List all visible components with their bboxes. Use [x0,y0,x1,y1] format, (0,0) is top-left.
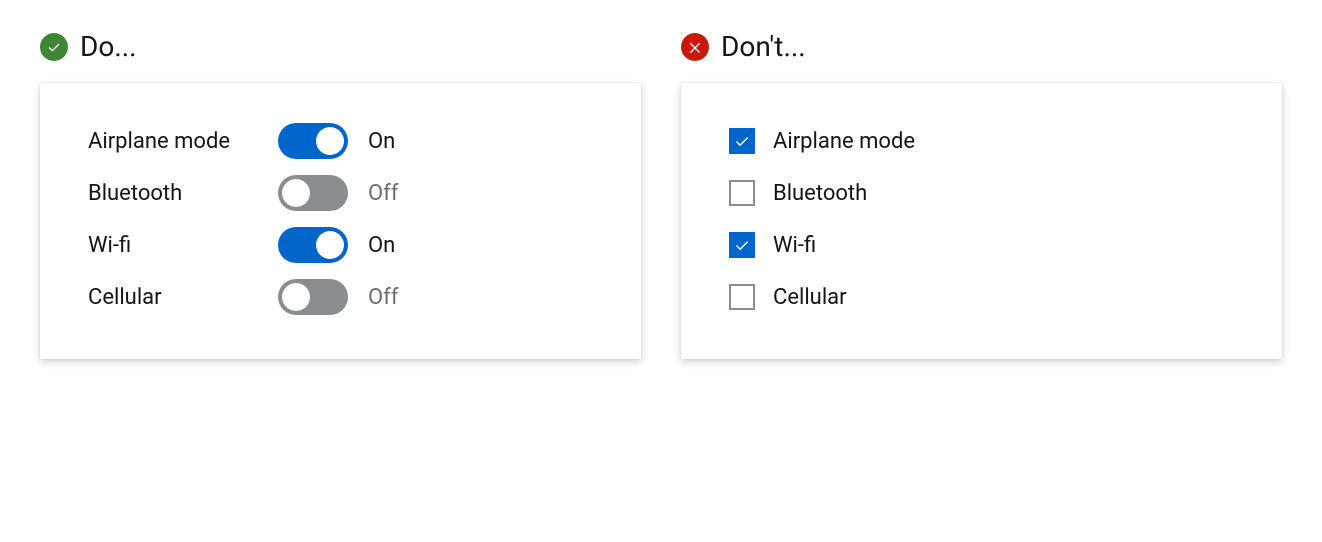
switch-label: Bluetooth [88,181,278,206]
checkbox-label: Bluetooth [773,181,867,206]
switch-state-text: On [368,233,395,258]
check-row-bluetooth: Bluetooth [729,167,1234,219]
switch-state-text: Off [368,181,398,206]
dont-column: Don't... Airplane mode Bluetooth Wi-fi [681,30,1282,359]
checkbox-label: Airplane mode [773,129,915,154]
switch-label: Airplane mode [88,129,278,154]
x-circle-icon [681,33,709,61]
check-row-wifi: Wi-fi [729,219,1234,271]
switch-row-wifi: Wi-fi On [88,219,593,271]
checkbox-label: Wi-fi [773,233,816,258]
switch-label: Wi-fi [88,233,278,258]
do-heading-text: Do... [80,30,137,63]
do-heading: Do... [40,30,641,63]
switch-state-text: On [368,129,395,154]
switch-label: Cellular [88,285,278,310]
switch-cellular[interactable] [278,279,348,315]
checkbox-cellular[interactable] [729,284,755,310]
switch-wifi[interactable] [278,227,348,263]
switch-row-bluetooth: Bluetooth Off [88,167,593,219]
dont-heading-text: Don't... [721,30,806,63]
dont-heading: Don't... [681,30,1282,63]
checkbox-label: Cellular [773,285,847,310]
switch-airplane[interactable] [278,123,348,159]
do-column: Do... Airplane mode On Bluetooth Off Wi-… [40,30,641,359]
switch-bluetooth[interactable] [278,175,348,211]
switch-row-airplane: Airplane mode On [88,115,593,167]
dont-card: Airplane mode Bluetooth Wi-fi Cellular [681,83,1282,359]
switch-state-text: Off [368,285,398,310]
check-row-cellular: Cellular [729,271,1234,323]
checkbox-airplane[interactable] [729,128,755,154]
do-card: Airplane mode On Bluetooth Off Wi-fi On [40,83,641,359]
check-circle-icon [40,33,68,61]
checkbox-wifi[interactable] [729,232,755,258]
switch-row-cellular: Cellular Off [88,271,593,323]
check-row-airplane: Airplane mode [729,115,1234,167]
checkbox-bluetooth[interactable] [729,180,755,206]
